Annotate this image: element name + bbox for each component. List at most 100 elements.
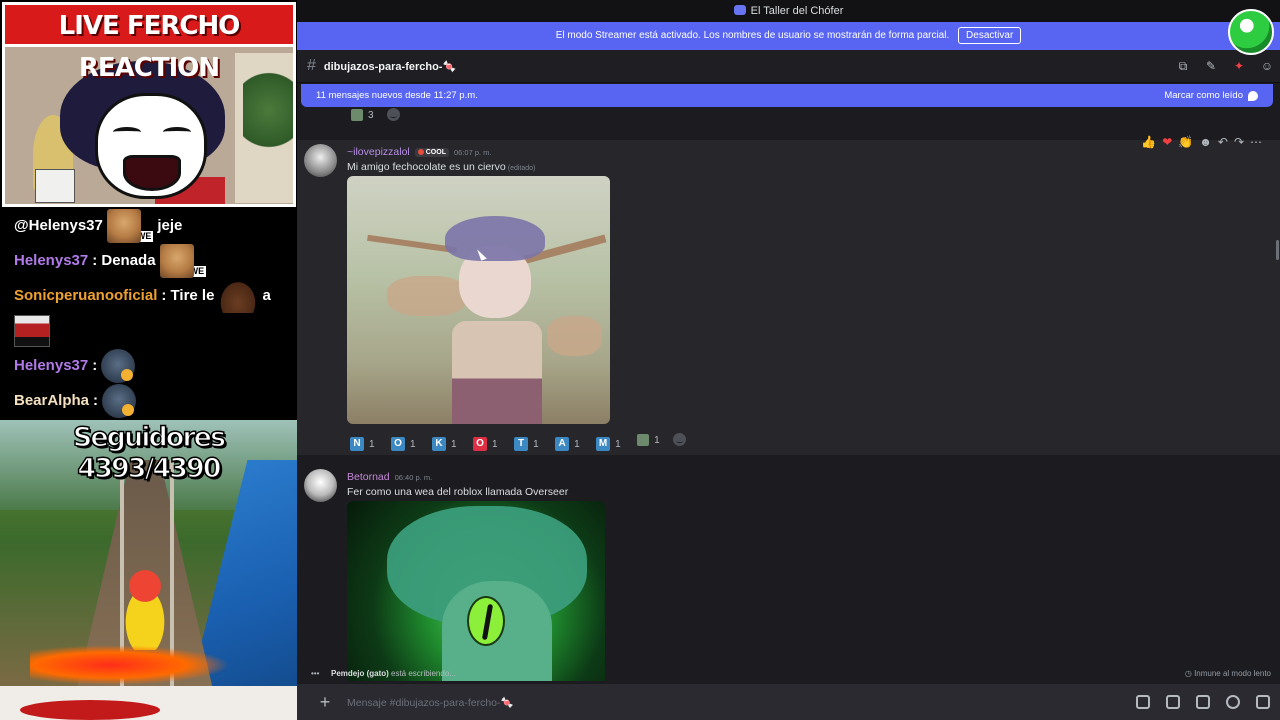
title-bar: El Taller del Chófer (297, 0, 1280, 22)
reaction-count: 1 (410, 438, 416, 450)
message-body: Mi amigo fechocolate es un ciervo (347, 161, 506, 173)
stream-overlay: LIVE FERCHO REACTION @Helenys37 WE jeje … (0, 0, 297, 720)
channel-logo (1228, 9, 1274, 55)
channel-name: dibujazos-para-fercho-🍬 (323, 60, 457, 73)
chat-text: : (92, 356, 98, 374)
add-reaction-icon[interactable]: ☻ (1199, 135, 1212, 149)
stream-chat: @Helenys37 WE jeje Helenys37: Denada WE … (14, 208, 294, 418)
chat-line: @Helenys37 WE jeje (14, 208, 294, 243)
discord-window: El Taller del Chófer El modo Streamer es… (297, 0, 1280, 720)
reaction-pill[interactable]: A1 (552, 436, 583, 452)
letter-a-icon: A (555, 437, 570, 451)
add-reaction-icon[interactable] (673, 433, 687, 446)
chat-line: Helenys37: (14, 348, 294, 383)
chat-text: jeje (157, 216, 183, 234)
game-character (115, 570, 175, 650)
mark-read-icon (1248, 90, 1258, 101)
message-composer[interactable]: + Mensaje #dibujazos-para-fercho-🍬 (297, 684, 1280, 720)
sticker-icon[interactable] (1196, 695, 1210, 709)
reaction-pill[interactable]: 1 (634, 432, 663, 448)
vtuber-avatar-mouth (123, 155, 181, 191)
clap-icon[interactable]: 👏 (1178, 135, 1193, 149)
reactions-row: N1 O1 K1 O1 T1 A1 M1 1 (347, 432, 687, 452)
discord-icon (733, 5, 746, 15)
followers-counter: Seguidores 4393/4390 (72, 421, 227, 485)
scrollbar-thumb[interactable] (1276, 240, 1279, 260)
window-title: El Taller del Chófer (750, 5, 844, 17)
custom-emoji-icon (351, 109, 363, 121)
threads-icon[interactable]: ⧉ (1176, 59, 1190, 73)
streamer-mode-text: El modo Streamer está activado. Los nomb… (555, 30, 950, 41)
cat-emote (159, 243, 194, 278)
reaction-pill[interactable]: K1 (429, 436, 460, 452)
thumbs-up-icon[interactable]: 👍 (1141, 135, 1156, 149)
chat-line (14, 313, 294, 348)
message-header: ~ilovepizzalol COOL 06:07 p. m. (347, 146, 492, 158)
chat-text: : Tire le (161, 286, 215, 304)
emoji-icon[interactable] (1226, 695, 1240, 709)
upload-plus-icon[interactable]: + (315, 692, 335, 713)
new-messages-text: 11 mensajes nuevos desde 11:27 p.m. (316, 90, 478, 101)
deactivate-button[interactable]: Desactivar (958, 27, 1022, 44)
reaction-count: 1 (615, 438, 621, 450)
reaction-count: 1 (492, 438, 498, 450)
gift-icon[interactable] (1136, 695, 1150, 709)
mark-as-read[interactable]: Marcar como leído (1164, 84, 1258, 107)
vtuber-avatar-eye (163, 127, 191, 137)
deer-shape (387, 276, 467, 316)
avatar[interactable] (304, 469, 337, 502)
slowmode-label: ◷ Inmune al modo lento (1184, 669, 1271, 678)
mark-read-label: Marcar como leído (1164, 90, 1243, 101)
attachment-image[interactable] (347, 176, 610, 424)
reaction-count: 1 (533, 438, 539, 450)
message-hover-toolbar: 👍 ❤ 👏 ☻ ↶ ↷ ⋯ (1141, 135, 1262, 149)
reaction-count: 1 (574, 438, 580, 450)
reaction-pill[interactable]: O1 (470, 436, 501, 452)
member-list-icon[interactable]: ☺ (1260, 59, 1274, 73)
more-icon[interactable]: ⋯ (1250, 135, 1262, 149)
notifications-muted-icon[interactable]: ✎ (1204, 59, 1218, 73)
username[interactable]: Betornad (347, 471, 390, 483)
car-emote (14, 314, 50, 347)
typing-suffix: está escribiendo... (388, 669, 456, 678)
add-reaction-icon[interactable] (387, 108, 401, 121)
username[interactable]: ~ilovepizzalol (347, 146, 410, 158)
message-input[interactable]: Mensaje #dibujazos-para-fercho-🍬 (347, 696, 514, 709)
reply-icon[interactable]: ↶ (1218, 135, 1228, 149)
letter-m-icon: M (596, 437, 611, 451)
forward-icon[interactable]: ↷ (1234, 135, 1244, 149)
typing-dots-icon: ••• (311, 669, 320, 678)
chat-text: : (93, 391, 99, 409)
attachment-image[interactable] (347, 501, 605, 681)
reaction-pill[interactable]: 3 (348, 107, 377, 123)
letter-o-icon: O (391, 437, 406, 451)
reaction-count: 1 (369, 438, 375, 450)
gif-icon[interactable] (1166, 695, 1180, 709)
chat-user: Sonicperuanooficial (14, 286, 158, 304)
reaction-pill[interactable]: M1 (593, 436, 624, 452)
message-item: Betornad 06:40 p. m. Fer como una wea de… (297, 465, 1280, 681)
role-tag-label: COOL (425, 148, 446, 156)
reaction-pill[interactable]: O1 (388, 436, 419, 452)
header-toolbar: ⧉ ✎ ✦ ☺ (1176, 59, 1274, 73)
reaction-pill[interactable]: T1 (511, 436, 542, 452)
new-messages-bar[interactable]: 11 mensajes nuevos desde 11:27 p.m. Marc… (301, 84, 1273, 107)
gameplay-video: Seguidores 4393/4390 (0, 420, 297, 720)
typing-user: Pemdejo (gato) (331, 669, 389, 678)
poop-emote (218, 278, 259, 313)
live-title: LIVE FERCHO REACTION (5, 5, 293, 83)
message-item: ~ilovepizzalol COOL 06:07 p. m. Mi amigo… (297, 135, 1280, 455)
reaction-pill[interactable]: N1 (347, 436, 378, 452)
apps-icon[interactable] (1256, 695, 1270, 709)
cat-emote (106, 208, 141, 243)
game-fire (30, 645, 230, 685)
chat-user: Helenys37 (14, 251, 89, 269)
pinned-icon[interactable]: ✦ (1232, 59, 1246, 73)
timestamp: 06:40 p. m. (394, 472, 433, 482)
streamer-mode-banner: El modo Streamer está activado. Los nomb… (297, 22, 1280, 50)
avatar[interactable] (304, 144, 337, 177)
chat-text: : Denada (92, 251, 156, 269)
chat-user: @Helenys37 (14, 216, 103, 234)
reaction-count: 1 (451, 438, 457, 450)
heart-icon[interactable]: ❤ (1162, 135, 1172, 149)
